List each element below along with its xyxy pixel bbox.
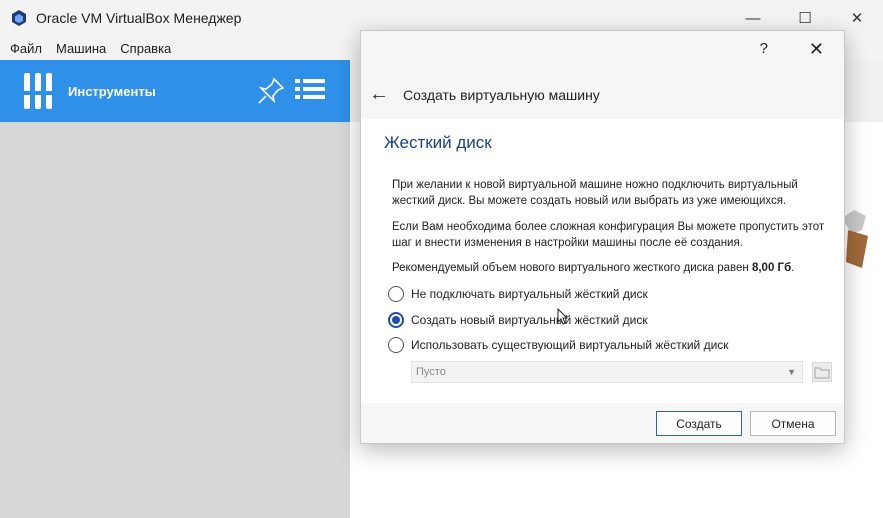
machine-list-panel	[0, 60, 350, 518]
option-create-disk[interactable]: Создать новый виртуальный жёсткий диск	[388, 312, 648, 328]
radio-no-disk[interactable]	[388, 286, 404, 302]
back-arrow-icon[interactable]: ←	[369, 83, 389, 106]
description-paragraph: При желании к новой виртуальной машине н…	[392, 179, 798, 207]
option-no-disk[interactable]: Не подключать виртуальный жёсткий диск	[388, 286, 648, 302]
dialog-title: Создать виртуальную машину	[403, 87, 600, 103]
recommended-size-value: 8,00 Гб	[751, 262, 792, 274]
help-button[interactable]: ?	[760, 40, 768, 57]
close-dialog-button[interactable]: ✕	[809, 39, 824, 60]
section-title: Жесткий диск	[384, 133, 492, 152]
virtualbox-logo-icon	[12, 10, 26, 26]
existing-disk-select-value: Пусто	[416, 366, 446, 378]
recommended-size-text: Рекомендуемый объем нового виртуального …	[392, 260, 832, 276]
menu-machine[interactable]: Машина	[56, 41, 106, 56]
advanced-note-paragraph: Если Вам необходима более сложная конфиг…	[392, 221, 825, 249]
option-no-disk-label: Не подключать виртуальный жёсткий диск	[411, 287, 648, 301]
tools-label: Инструменты	[68, 83, 156, 99]
menu-help[interactable]: Справка	[120, 41, 171, 56]
list-menu-icon[interactable]	[295, 77, 325, 105]
radio-existing-disk[interactable]	[388, 337, 404, 353]
option-existing-disk-label: Использовать существующий виртуальный жё…	[411, 338, 729, 352]
tools-icon	[22, 73, 55, 109]
recommended-size-suffix: .	[791, 262, 795, 274]
dialog-body: Жесткий диск При желании к новой виртуал…	[361, 119, 844, 403]
option-create-disk-label: Создать новый виртуальный жёсткий диск	[411, 313, 648, 327]
create-button[interactable]: Создать	[656, 411, 742, 436]
create-vm-dialog: ? ✕ ← Создать виртуальную машину Жесткий…	[360, 30, 845, 444]
window-title: Oracle VM VirtualBox Менеджер	[36, 10, 242, 26]
recommended-size-prefix: Рекомендуемый объем нового виртуального …	[392, 262, 752, 274]
menu-file[interactable]: Файл	[10, 41, 42, 56]
pin-icon[interactable]	[256, 76, 286, 106]
existing-disk-select[interactable]: Пусто ▼	[411, 361, 803, 383]
option-existing-disk[interactable]: Использовать существующий виртуальный жё…	[388, 337, 729, 353]
chevron-down-icon: ▼	[787, 367, 796, 377]
mouse-cursor-icon	[557, 308, 569, 325]
cancel-button[interactable]: Отмена	[750, 411, 836, 436]
radio-create-disk[interactable]	[388, 312, 404, 328]
folder-icon[interactable]	[812, 362, 832, 382]
tools-item[interactable]: Инструменты	[0, 60, 350, 122]
